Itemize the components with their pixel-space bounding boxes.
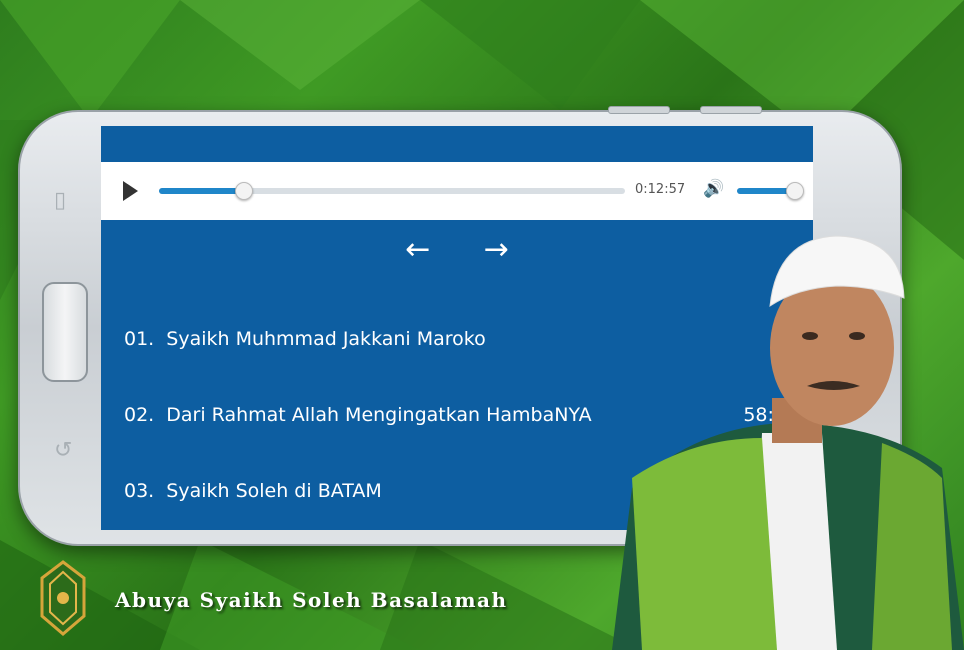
app-title: Abuya Syaikh Soleh Basalamah: [115, 588, 508, 612]
phone-top-button-left: [608, 106, 670, 114]
portrait-photo: [612, 235, 964, 650]
track-title: Syaikh Muhmmad Jakkani Maroko: [166, 328, 486, 350]
arrow-left-icon[interactable]: ←: [405, 232, 430, 267]
seek-bar-fill: [159, 188, 243, 194]
seek-bar[interactable]: [159, 182, 625, 200]
back-icon: ↺: [54, 438, 73, 463]
track-number: 02.: [124, 404, 155, 426]
track-title: Dari Rahmat Allah Mengingatkan HambaNYA: [166, 404, 592, 426]
volume-slider[interactable]: [737, 182, 804, 200]
audio-player: 0:12:57 🔊: [101, 162, 813, 220]
volume-icon[interactable]: 🔊: [703, 179, 724, 199]
phone-top-button-right: [700, 106, 762, 114]
emblem-logo: [40, 560, 86, 636]
home-button[interactable]: [42, 282, 88, 382]
play-icon[interactable]: [123, 181, 138, 201]
track-title: Syaikh Soleh di BATAM: [166, 480, 382, 502]
track-number: 01.: [124, 328, 155, 350]
track-number: 03.: [124, 480, 155, 502]
volume-knob[interactable]: [785, 182, 804, 200]
seek-knob[interactable]: [234, 182, 253, 200]
elapsed-time: 0:12:57: [635, 182, 686, 197]
arrow-right-icon[interactable]: →: [484, 232, 509, 267]
recent-apps-icon: ▯: [54, 188, 67, 213]
